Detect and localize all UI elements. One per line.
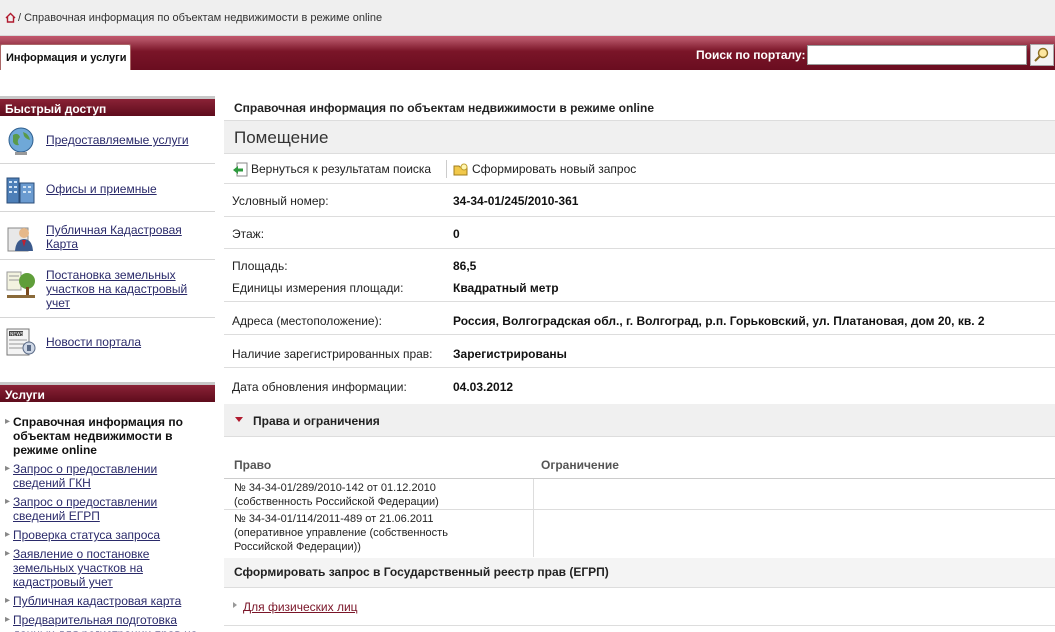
globe-icon	[8, 127, 34, 155]
field-row-cond-number: Условный номер: 34-34-01/245/2010-361	[224, 184, 1055, 217]
triangle-down-icon	[235, 417, 243, 422]
col-header-restriction: Ограничение	[541, 458, 619, 472]
field-label: Наличие зарегистрированных прав:	[232, 347, 433, 361]
field-value: 0	[453, 227, 460, 241]
content-title-bar: Справочная информация по объектам недвиж…	[224, 96, 1055, 121]
sidebar-item-label: Предоставляемые услуги	[46, 133, 189, 147]
search-icon	[1034, 47, 1049, 62]
search-button[interactable]	[1030, 44, 1054, 66]
sidebar-item-label: Офисы и приемные	[46, 182, 157, 196]
table-row: № 34-34-01/114/2011-489 от 21.06.2011 (о…	[224, 510, 1055, 557]
buildings-icon	[6, 177, 35, 204]
search-input[interactable]	[807, 45, 1027, 65]
rights-section-title: Права и ограничения	[253, 414, 380, 428]
quick-access-header: Быстрый доступ	[0, 96, 215, 116]
content-title: Справочная информация по объектам недвиж…	[234, 101, 655, 115]
service-item-public-map[interactable]: ▸ Публичная кадастровая карта	[5, 594, 210, 608]
home-icon[interactable]	[5, 12, 16, 23]
field-label: Адреса (местоположение):	[232, 314, 382, 328]
rights-table-header: Право Ограничение	[224, 454, 1055, 479]
main-nav: Информация и услуги Поиск по порталу:	[0, 36, 1055, 70]
search-label: Поиск по порталу:	[696, 48, 806, 62]
field-row-area: Площадь: 86,5 Единицы измерения площади:…	[224, 249, 1055, 302]
service-item-label: Заявление о постановке земельных участко…	[13, 547, 150, 589]
service-item-label: Запрос о предоставлении сведений ГКН	[13, 462, 158, 490]
news-icon: NEWS	[6, 328, 36, 356]
egrp-request-header: Сформировать запрос в Государственный ре…	[224, 558, 1055, 588]
right-cell: № 34-34-01/114/2011-489 от 21.06.2011 (о…	[234, 513, 448, 553]
field-value: Зарегистрированы	[453, 347, 567, 361]
field-value: 04.03.2012	[453, 380, 514, 394]
tree-plot-icon	[6, 271, 35, 298]
rights-section-toggle[interactable]: Права и ограничения	[224, 404, 1055, 437]
physical-persons-row: Для физических лиц	[224, 588, 1055, 626]
table-row: № 34-34-01/289/2010-142 от 01.12.2010 (с…	[224, 479, 1055, 510]
service-item-label: Предварительная подготовка данных для ре…	[13, 613, 197, 632]
field-value: Россия, Волгоградская обл., г. Волгоград…	[453, 314, 985, 328]
tab-label: Информация и услуги	[6, 52, 127, 64]
back-label: Вернуться к результатам поиска	[251, 162, 432, 176]
action-divider	[446, 160, 447, 178]
main-content: Справочная информация по объектам недвиж…	[224, 96, 1055, 632]
sidebar-item-offices[interactable]: Офисы и приемные	[0, 164, 215, 212]
page-heading-bar: Помещение	[224, 121, 1055, 154]
field-row-update-date: Дата обновления информации: 04.03.2012	[224, 368, 1055, 404]
services-header: Услуги	[0, 382, 215, 402]
sidebar-item-services[interactable]: Предоставляемые услуги	[0, 116, 215, 164]
new-request-icon	[453, 163, 468, 176]
field-label: Этаж:	[232, 227, 265, 241]
egrp-title: Сформировать запрос в Государственный ре…	[234, 565, 609, 579]
service-item-label: Справочная информация по объектам недвиж…	[13, 415, 183, 457]
sidebar-item-land-registration[interactable]: Постановка земельных участков на кадастр…	[0, 260, 215, 318]
new-request-label: Сформировать новый запрос	[472, 162, 637, 176]
sidebar-item-label: Публичная Кадастровая Карта	[46, 223, 182, 251]
field-row-address: Адреса (местоположение): Россия, Волгогр…	[224, 302, 1055, 335]
service-item-reference-info[interactable]: ▸ Справочная информация по объектам недв…	[5, 415, 210, 457]
action-bar: Вернуться к результатам поиска Сформиров…	[224, 154, 1055, 184]
service-item-preliminary-prep[interactable]: ▸ Предварительная подготовка данных для …	[5, 613, 210, 632]
service-item-label: Запрос о предоставлении сведений ЕГРП	[13, 495, 158, 523]
tab-info-services[interactable]: Информация и услуги	[0, 44, 131, 70]
breadcrumb-bar: / Справочная информация по объектам недв…	[0, 0, 1055, 36]
right-cell: № 34-34-01/289/2010-142 от 01.12.2010 (с…	[234, 482, 439, 508]
sidebar-item-label: Новости портала	[46, 335, 142, 349]
service-item-label: Проверка статуса запроса	[13, 528, 161, 542]
service-item-egrp-request[interactable]: ▸ Запрос о предоставлении сведений ЕГРП	[5, 495, 210, 523]
sidebar: Быстрый доступ Предоставляемые услуги Оф…	[0, 70, 215, 632]
field-value: Квадратный метр	[453, 281, 559, 295]
field-label: Дата обновления информации:	[232, 380, 407, 394]
bullet-arrow-icon	[233, 602, 237, 608]
service-item-land-application[interactable]: ▸ Заявление о постановке земельных участ…	[5, 547, 210, 589]
service-item-label: Публичная кадастровая карта	[13, 594, 182, 608]
breadcrumb: / Справочная информация по объектам недв…	[18, 12, 383, 24]
service-item-status-check[interactable]: ▸ Проверка статуса запроса	[5, 528, 210, 542]
col-header-right: Право	[234, 458, 272, 472]
service-item-gkn-request[interactable]: ▸ Запрос о предоставлении сведений ГКН	[5, 462, 210, 490]
field-label: Площадь:	[232, 259, 288, 273]
field-row-floor: Этаж: 0	[224, 217, 1055, 249]
physical-persons-link[interactable]: Для физических лиц	[243, 600, 358, 614]
sidebar-item-label: Постановка земельных участков на кадастр…	[46, 268, 188, 310]
field-label: Единицы измерения площади:	[232, 281, 404, 295]
field-row-rights: Наличие зарегистрированных прав: Зарегис…	[224, 335, 1055, 368]
sidebar-item-cadastral-map[interactable]: Публичная Кадастровая Карта	[0, 212, 215, 260]
page-title: Помещение	[234, 128, 329, 147]
field-label: Условный номер:	[232, 194, 329, 208]
svg-text:NEWS: NEWS	[10, 331, 24, 337]
field-value: 86,5	[453, 259, 477, 273]
field-value: 34-34-01/245/2010-361	[453, 194, 579, 208]
person-card-icon	[7, 227, 33, 252]
back-arrow-icon	[233, 162, 248, 177]
sidebar-item-news[interactable]: NEWS Новости портала	[0, 318, 215, 368]
